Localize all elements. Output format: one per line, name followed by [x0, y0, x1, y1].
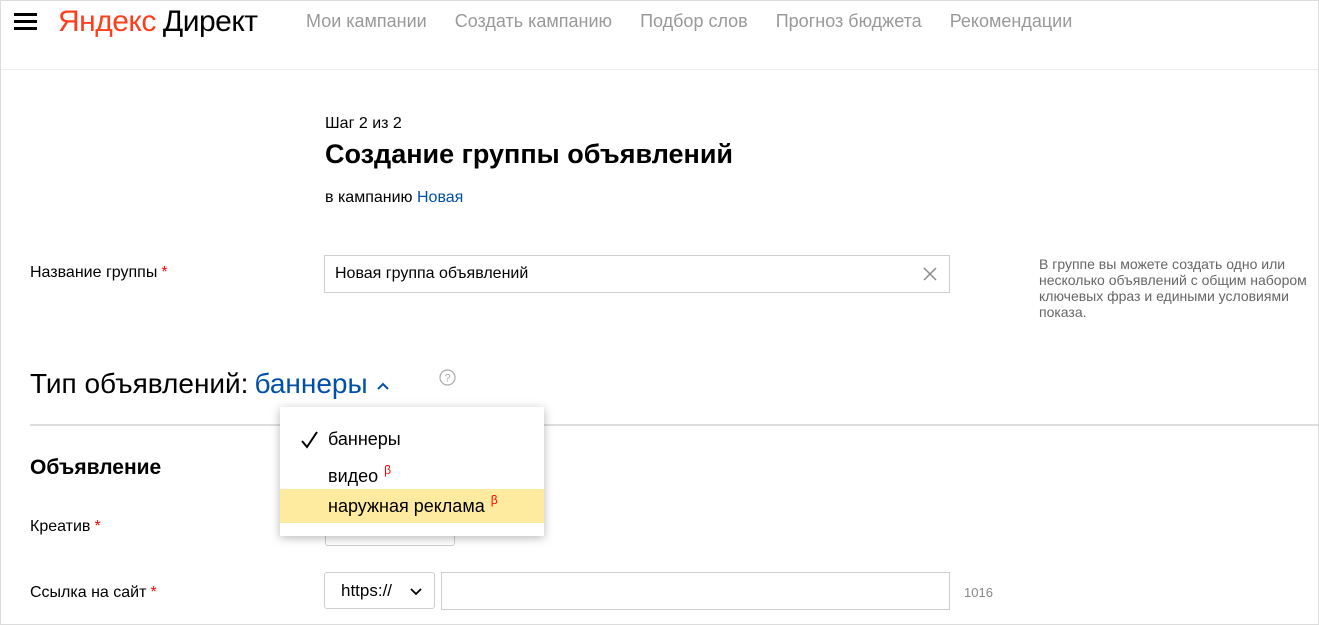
nav-budget-forecast[interactable]: Прогноз бюджета [776, 10, 922, 32]
campaign-prefix: в кампанию [325, 189, 413, 206]
ad-type-dropdown: баннеры видео β наружная реклама β [280, 407, 544, 536]
ad-type-option-video[interactable]: видео β [280, 459, 544, 493]
protocol-select[interactable]: https:// [324, 572, 435, 609]
nav-recommendations[interactable]: Рекомендации [950, 10, 1073, 32]
ad-type-option-outdoor[interactable]: наружная реклама β [280, 489, 544, 523]
option-label: наружная реклама β [328, 489, 498, 525]
option-label-text: видео [328, 466, 379, 486]
ad-section-title: Объявление [30, 456, 162, 479]
menu-icon[interactable] [14, 11, 38, 33]
required-mark: * [161, 264, 168, 281]
chevron-down-icon [410, 588, 422, 596]
help-icon[interactable]: ? [439, 369, 456, 386]
creative-label: Креатив * [30, 517, 101, 537]
section-divider [30, 424, 1319, 426]
link-label-text: Ссылка на сайт [30, 584, 147, 601]
clear-icon[interactable] [921, 265, 939, 283]
creative-label-text: Креатив [30, 518, 91, 535]
url-char-counter: 1016 [964, 585, 993, 600]
ad-type-selector[interactable]: баннеры [254, 368, 367, 399]
option-label: баннеры [328, 422, 401, 456]
required-mark: * [150, 584, 157, 601]
group-name-field[interactable] [324, 255, 950, 293]
yandex-direct-logo[interactable]: Яндекс Директ [58, 2, 258, 42]
required-mark: * [94, 518, 101, 535]
option-label-text: баннеры [328, 429, 401, 449]
group-hint: В группе вы можете создать одно или неск… [1039, 256, 1307, 320]
protocol-value: https:// [341, 581, 393, 600]
link-label: Ссылка на сайт * [30, 583, 157, 603]
group-name-input[interactable] [335, 264, 905, 284]
nav-keyword-selection[interactable]: Подбор слов [640, 10, 748, 32]
site-url-input[interactable] [450, 581, 940, 601]
campaign-line: в кампанию Новая [325, 188, 463, 208]
group-name-label-text: Название группы [30, 264, 158, 281]
option-label-text: наружная реклама [328, 496, 485, 516]
checkmark-icon [301, 431, 318, 449]
site-url-field[interactable] [441, 572, 950, 610]
beta-badge: β [384, 463, 392, 477]
beta-badge: β [490, 493, 498, 507]
svg-text:?: ? [444, 373, 450, 385]
top-header: Яндекс Директ Мои кампании Создать кампан… [0, 0, 1319, 70]
step-indicator: Шаг 2 из 2 [325, 115, 402, 132]
logo-direct: Директ [162, 5, 258, 38]
ad-type-heading: Тип объявлений: баннеры [30, 366, 390, 402]
group-name-label: Название группы * [30, 263, 168, 283]
main-nav: Мои кампании Создать кампанию Подбор сло… [306, 10, 1100, 32]
nav-my-campaigns[interactable]: Мои кампании [306, 10, 427, 32]
ad-type-label: Тип объявлений: [30, 368, 249, 399]
ad-type-option-banners[interactable]: баннеры [280, 422, 544, 456]
nav-create-campaign[interactable]: Создать кампанию [455, 10, 612, 32]
page-title: Создание группы объявлений [325, 139, 734, 169]
chevron-up-icon[interactable] [376, 379, 390, 393]
campaign-link[interactable]: Новая [417, 189, 463, 206]
logo-yandex: Яндекс [58, 5, 156, 38]
